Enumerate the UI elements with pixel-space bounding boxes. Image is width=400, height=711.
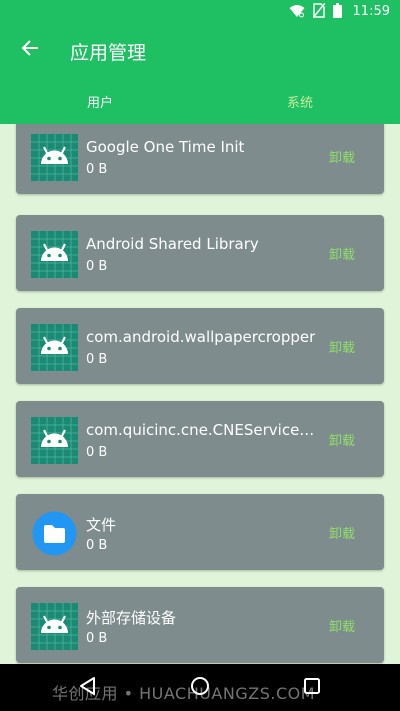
uninstall-button[interactable]: 卸载 [329,523,355,542]
page-title: 应用管理 [70,42,147,64]
app-size: 0 B [86,631,108,646]
back-button[interactable] [12,32,48,68]
app-size: 0 B [86,445,108,460]
uninstall-button[interactable]: 卸载 [329,244,355,263]
app-size: 0 B [86,259,108,274]
status-time: 11:59 [352,4,390,19]
app-toolbar: 应用管理 [0,24,400,78]
android-robot-icon [31,134,78,181]
status-bar: 11:59 [0,0,400,24]
status-icons [289,2,342,22]
battery-icon [333,3,342,22]
tab-bar: 用户 系统 [0,78,400,124]
files-folder-icon [31,510,78,557]
app-name: com.android.wallpapercropper [86,328,316,346]
app-name: 文件 [86,516,117,534]
app-list[interactable]: Google One Time Init 0 B 卸载 Android Shar… [0,124,400,664]
app-card[interactable]: 文件 0 B 卸载 [16,494,384,570]
no-sim-icon [312,2,326,22]
app-name: 外部存储设备 [86,609,177,627]
app-card[interactable]: 外部存储设备 0 B 卸载 [16,587,384,663]
app-card[interactable]: com.quicinc.cne.CNEService.CN.. 0 B 卸载 [16,401,384,477]
app-name: Google One Time Init [86,138,245,156]
app-card[interactable]: com.android.wallpapercropper 0 B 卸载 [16,308,384,384]
uninstall-button[interactable]: 卸载 [329,337,355,356]
uninstall-button[interactable]: 卸载 [329,147,355,166]
android-robot-icon [31,231,78,278]
app-card[interactable]: Android Shared Library 0 B 卸载 [16,215,384,291]
app-size: 0 B [86,352,108,367]
app-name: Android Shared Library [86,235,259,253]
tab-system[interactable]: 系统 [200,78,400,124]
uninstall-button[interactable]: 卸载 [329,616,355,635]
tab-user[interactable]: 用户 [0,78,200,124]
watermark: 华创应用 • HUACHUANGZS.COM [52,684,316,703]
arrow-left-icon [21,39,39,61]
app-name: com.quicinc.cne.CNEService.CN.. [86,421,318,439]
android-robot-icon [31,417,78,464]
app-card[interactable]: Google One Time Init 0 B 卸载 [16,124,384,194]
wifi-icon [289,3,305,22]
android-robot-icon [31,324,78,371]
android-robot-icon [31,603,78,650]
app-size: 0 B [86,162,108,177]
uninstall-button[interactable]: 卸载 [329,430,355,449]
app-size: 0 B [86,538,108,553]
